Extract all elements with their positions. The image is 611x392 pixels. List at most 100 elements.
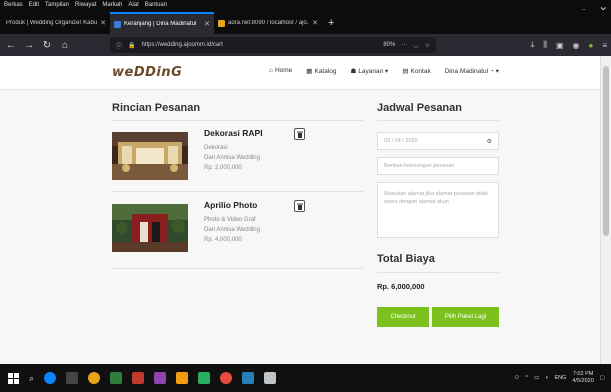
navigation-toolbar: ← → ↻ ⌂ ⓘ 🔒 https://wedding.ajoomm.id/ca… bbox=[0, 34, 611, 56]
divider bbox=[112, 191, 364, 192]
delete-item-button[interactable] bbox=[294, 200, 305, 212]
app-purple-icon[interactable] bbox=[154, 372, 167, 384]
site-favicon-icon bbox=[114, 20, 121, 28]
extension-green-icon[interactable]: ● bbox=[588, 41, 593, 50]
phpmyadmin-favicon-icon bbox=[218, 19, 225, 27]
app-gray-icon[interactable] bbox=[264, 372, 277, 384]
tab-produk[interactable]: Produk | Wedding Organizer Kabu... ✕ bbox=[2, 12, 110, 34]
windows-start-icon[interactable] bbox=[8, 372, 19, 384]
menu-item-riwayat[interactable]: Riwayat bbox=[75, 2, 96, 8]
nav-label: Layanan ▾ bbox=[358, 68, 389, 75]
nav-home[interactable]: ⌂ Home bbox=[269, 67, 292, 75]
item-price: Rp. 4,000,000 bbox=[204, 237, 242, 243]
nav-user-menu[interactable]: Dina Madinatul ◔ ▾ bbox=[445, 67, 499, 75]
people-icon[interactable]: ⚇ bbox=[514, 375, 519, 381]
item-price: Rp. 2,000,000 bbox=[204, 165, 242, 171]
page-info-icon[interactable]: ⓘ bbox=[116, 41, 122, 50]
item-category: Photo & Video Graf bbox=[204, 217, 256, 223]
url-text[interactable]: https://wedding.ajoomm.id/cart bbox=[142, 42, 223, 48]
divider bbox=[112, 120, 364, 121]
tab-label: aora.net:8090 / localhost / ajo... bbox=[228, 20, 310, 26]
choose-more-package-button[interactable]: Pilih Paket Lagi bbox=[432, 307, 499, 327]
close-tab-icon[interactable]: ✕ bbox=[312, 19, 318, 27]
extension-icon[interactable]: ◉ bbox=[573, 41, 580, 50]
calendar-icon[interactable]: ⚙ bbox=[487, 138, 492, 145]
forward-icon[interactable]: → bbox=[24, 40, 34, 51]
home-browser-icon[interactable]: ⌂ bbox=[60, 40, 70, 51]
total-value: Rp. 6,000,000 bbox=[377, 282, 425, 291]
delete-item-button[interactable] bbox=[294, 128, 305, 140]
sidebar-icon[interactable]: ▣ bbox=[556, 41, 564, 50]
trash-icon bbox=[296, 203, 303, 210]
chrome-icon[interactable] bbox=[110, 372, 123, 384]
note-placeholder: Berikan keterangan pesanan bbox=[384, 163, 455, 169]
item-name[interactable]: Dekorasi RAPI bbox=[204, 128, 263, 138]
nav-label: Home bbox=[274, 67, 293, 74]
page-scrollbar[interactable] bbox=[600, 56, 611, 364]
item-category: Dekorasi bbox=[204, 145, 228, 151]
address-placeholder: Masukan alamat jika alamat pesanan tidak… bbox=[384, 191, 488, 205]
app-orange-icon[interactable] bbox=[176, 372, 189, 384]
app-green-icon[interactable] bbox=[198, 372, 211, 384]
order-note-field[interactable]: Berikan keterangan pesanan bbox=[377, 157, 499, 175]
library-icon[interactable]: ⫼ bbox=[543, 40, 547, 50]
item-vendor: Dari Annisa Wedding bbox=[204, 227, 260, 233]
address-textarea[interactable]: Masukan alamat jika alamat pesanan tidak… bbox=[377, 182, 499, 238]
new-tab-icon[interactable]: + bbox=[322, 12, 340, 34]
tray-chevron-icon[interactable]: ^ bbox=[525, 375, 528, 381]
volume-icon[interactable]: ◖ bbox=[545, 375, 548, 381]
menu-item-markah[interactable]: Markah bbox=[102, 2, 122, 8]
total-title: Total Biaya bbox=[377, 253, 435, 265]
menu-item-edit[interactable]: Edit bbox=[29, 2, 39, 8]
menu-item-berkas[interactable]: Berkas bbox=[4, 2, 23, 8]
nav-kontak[interactable]: ▤ Kontak bbox=[402, 67, 430, 75]
menu-item-bantuan[interactable]: Bantuan bbox=[145, 2, 167, 8]
vscode-icon[interactable] bbox=[242, 372, 255, 384]
firefox-icon[interactable] bbox=[88, 372, 101, 384]
system-tray: ⚇ ^ ▭ ◖ ENG 7:02 PM 4/5/2020 ▢ bbox=[514, 364, 605, 392]
zoom-level[interactable]: 80% bbox=[383, 42, 395, 48]
app-redball-icon[interactable] bbox=[220, 372, 233, 384]
nav-label: Kontak bbox=[410, 68, 431, 75]
item-name[interactable]: Aprilio Photo bbox=[204, 200, 257, 210]
site-header: weDDinG ⌂ Home ▦ Katalog ☗ Layanan ▾ ▤ Konta… bbox=[0, 56, 600, 90]
menu-icon[interactable]: ≡ bbox=[602, 41, 607, 50]
search-icon[interactable]: ⌕ bbox=[29, 373, 34, 384]
close-tab-icon[interactable]: ✕ bbox=[204, 20, 210, 28]
pocket-icon[interactable]: ◡ bbox=[413, 42, 418, 49]
close-tab-icon[interactable]: ✕ bbox=[100, 19, 106, 27]
checkout-button[interactable]: Checkout bbox=[377, 307, 429, 327]
bookmark-star-icon[interactable]: ☆ bbox=[425, 42, 430, 49]
edge-icon[interactable] bbox=[44, 372, 57, 384]
site-nav: ⌂ Home ▦ Katalog ☗ Layanan ▾ ▤ Kontak Dina M… bbox=[269, 67, 499, 75]
menu-item-alat[interactable]: Alat bbox=[128, 2, 138, 8]
divider bbox=[377, 272, 499, 273]
notification-icon[interactable]: ▢ bbox=[600, 375, 605, 381]
tab-phpmyadmin[interactable]: aora.net:8090 / localhost / ajo... ✕ bbox=[214, 12, 322, 34]
url-bar[interactable]: ⓘ 🔒 https://wedding.ajoomm.id/cart 80% ·… bbox=[110, 37, 436, 53]
network-icon[interactable]: ▭ bbox=[534, 375, 539, 381]
tab-keranjang[interactable]: Keranjang | Dina Madinatul ✕ bbox=[110, 12, 214, 34]
downloads-icon[interactable]: ⤓ bbox=[531, 40, 535, 50]
language-indicator[interactable]: ENG bbox=[554, 375, 566, 381]
tab-label: Keranjang | Dina Madinatul bbox=[124, 21, 197, 27]
task-view-icon[interactable] bbox=[66, 372, 79, 384]
users-icon: ☗ bbox=[350, 68, 357, 75]
nav-layanan[interactable]: ☗ Layanan ▾ bbox=[350, 67, 388, 75]
date-field[interactable]: 03 / 04 / 2020 ⚙ bbox=[377, 132, 499, 150]
nav-katalog[interactable]: ▦ Katalog bbox=[306, 67, 336, 75]
windows-taskbar: ⌕ ⚇ ^ ▭ ◖ ENG 7:02 PM 4/5/2020 ▢ bbox=[0, 364, 611, 392]
decoration-photo bbox=[112, 132, 188, 180]
clock[interactable]: 7:02 PM 4/5/2020 bbox=[572, 371, 593, 385]
contact-icon: ▤ bbox=[402, 68, 409, 75]
site-logo[interactable]: weDDinG bbox=[112, 65, 182, 80]
menu-item-tampilan[interactable]: Tampilan bbox=[45, 2, 69, 8]
reload-icon[interactable]: ↻ bbox=[42, 40, 52, 51]
clock-time: 7:02 PM bbox=[572, 371, 594, 377]
scrollbar-thumb[interactable] bbox=[603, 66, 609, 236]
tab-label: Produk | Wedding Organizer Kabu... bbox=[6, 20, 98, 26]
back-icon[interactable]: ← bbox=[6, 40, 16, 51]
browser-menubar: Berkas Edit Tampilan Riwayat Markah Alat… bbox=[0, 0, 611, 10]
page-actions-icon[interactable]: ··· bbox=[401, 42, 407, 48]
app-red-icon[interactable] bbox=[132, 372, 145, 384]
